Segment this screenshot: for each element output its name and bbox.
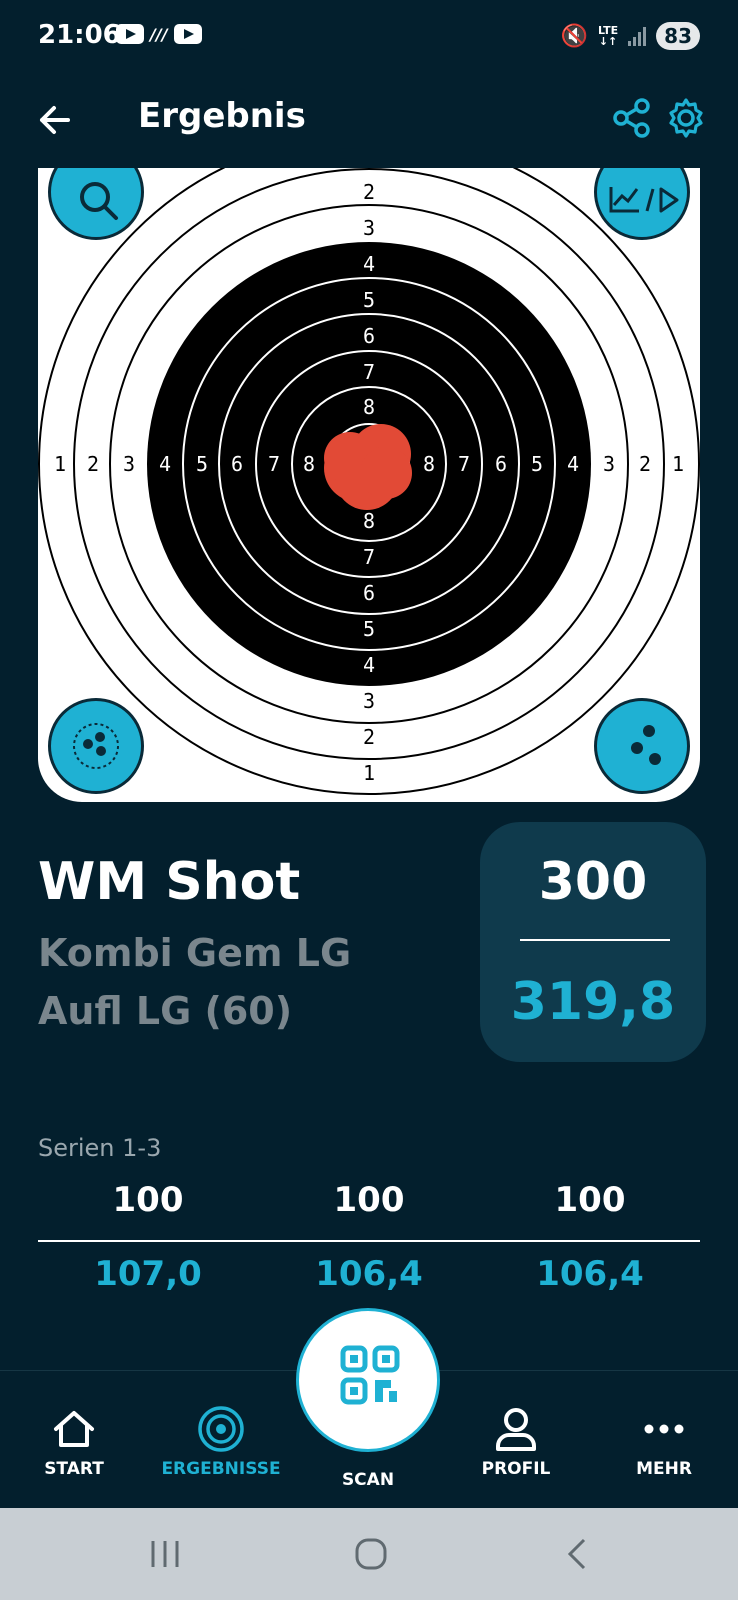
series-label: Serien 1-3: [38, 1134, 162, 1162]
nav-profile-label: PROFIL: [481, 1459, 551, 1479]
series-column: 100 107,0: [38, 1180, 258, 1294]
notification-icons: ///: [116, 24, 202, 44]
shot-group-icon: [73, 723, 119, 769]
ring-number-top: 7: [363, 360, 375, 384]
back-system-button[interactable]: [552, 1532, 602, 1576]
person-icon: [496, 1408, 536, 1451]
total-score-decimal: 319,8: [510, 972, 676, 1032]
qr-code-icon: [340, 1345, 400, 1405]
chevron-left-icon: [567, 1538, 586, 1570]
ring-number-top: 3: [363, 216, 375, 240]
ring-number-bottom: 4: [363, 653, 375, 677]
ring-number-top: 5: [363, 288, 375, 312]
share-button[interactable]: [610, 96, 654, 140]
ring-number-left: 6: [231, 452, 243, 476]
recents-icon: [151, 1541, 179, 1567]
ring-number-bottom: 7: [363, 545, 375, 569]
ring-number-bottom: 6: [363, 581, 375, 605]
nav-results[interactable]: ERGEBNISSE: [161, 1371, 281, 1509]
ring-number-bottom: 2: [363, 725, 375, 749]
nav-more-label: MEHR: [636, 1459, 692, 1479]
scan-label: SCAN: [341, 1470, 395, 1490]
ring-number-left: 7: [268, 452, 280, 476]
ring-number-top: 2: [363, 180, 375, 204]
score-divider: [520, 939, 670, 941]
total-score-box: 300 319,8: [480, 822, 706, 1062]
shots-icon: [631, 725, 661, 765]
search-icon: [80, 182, 118, 220]
ring-number-left: 8: [303, 452, 315, 476]
home-icon: [54, 1411, 94, 1447]
ring-number-left: 1: [54, 452, 66, 476]
ring-number-left: 2: [87, 452, 99, 476]
result-name: WM Shot: [38, 852, 301, 912]
wifi-calling-icon: ///: [150, 24, 168, 44]
series-decimal: 106,4: [536, 1254, 644, 1294]
ring-number-left: 3: [123, 452, 135, 476]
chart-play-icon: [609, 187, 679, 213]
system-navigation-bar: [0, 1508, 738, 1600]
status-time: 21:06: [38, 20, 121, 50]
ring-number-bottom: 5: [363, 617, 375, 641]
status-bar: 21:06 /// 🔇 LTE ↓↑ 83: [0, 0, 738, 78]
target-card: 1 2 3 4 5 6 7 8 8 7 6 5 4 3 2 1 2 3 4 5 …: [38, 168, 700, 802]
ring-number-bottom: 1: [363, 761, 375, 785]
settings-button[interactable]: [664, 96, 708, 140]
ring-number-right: 1: [672, 452, 684, 476]
ring-number-left: 5: [196, 452, 208, 476]
ring-number-left: 4: [159, 452, 171, 476]
group-view-button[interactable]: [48, 698, 144, 794]
ring-number-right: 4: [567, 452, 579, 476]
series-integer: 100: [554, 1180, 626, 1220]
share-icon: [613, 98, 650, 138]
system-icons: 🔇 LTE ↓↑ 83: [561, 22, 700, 50]
youtube-icon: [173, 24, 202, 44]
home-button[interactable]: [346, 1532, 396, 1576]
target-icon: [198, 1406, 244, 1452]
total-score-integer: 300: [538, 852, 648, 912]
gear-icon: [669, 98, 703, 138]
ring-number-right: 7: [458, 452, 470, 476]
series-table: 100 107,0 100 106,4 100 106,4: [38, 1180, 700, 1300]
series-column: 100 106,4: [259, 1180, 479, 1294]
ring-number-bottom: 3: [363, 689, 375, 713]
series-integer: 100: [112, 1180, 184, 1220]
chart-play-button[interactable]: [594, 168, 690, 240]
lte-icon: LTE ↓↑: [597, 24, 619, 48]
shots-view-button[interactable]: [594, 698, 690, 794]
ring-number-right: 3: [603, 452, 615, 476]
scan-button[interactable]: [296, 1308, 440, 1452]
series-integer: 100: [333, 1180, 405, 1220]
nav-start[interactable]: START: [14, 1371, 134, 1509]
ring-number-top: 8: [363, 395, 375, 419]
battery-indicator: 83: [656, 22, 700, 50]
nav-start-label: START: [44, 1459, 104, 1479]
nav-results-label: ERGEBNISSE: [161, 1459, 281, 1479]
zoom-button[interactable]: [48, 168, 144, 240]
app-bar: Ergebnis: [0, 78, 738, 170]
youtube-icon: [116, 24, 144, 44]
mute-icon: 🔇: [560, 23, 588, 49]
nav-more[interactable]: MEHR: [604, 1371, 724, 1509]
series-decimal: 107,0: [94, 1254, 202, 1294]
signal-icon: [628, 26, 647, 46]
ring-number-right: 8: [423, 452, 435, 476]
home-circle-icon: [355, 1538, 387, 1570]
result-discipline: Kombi Gem LG Aufl LG (60): [38, 931, 352, 1033]
series-decimal: 106,4: [315, 1254, 423, 1294]
series-column: 100 106,4: [480, 1180, 700, 1294]
ring-number-top: 6: [363, 324, 375, 348]
more-icon: [644, 1424, 684, 1434]
ring-number-top: 4: [363, 252, 375, 276]
back-button[interactable]: [34, 98, 78, 142]
page-title: Ergebnis: [138, 96, 306, 136]
arrow-left-icon: [40, 106, 70, 134]
recent-apps-button[interactable]: [140, 1532, 190, 1576]
series-divider: [38, 1240, 700, 1242]
nav-profile[interactable]: PROFIL: [456, 1371, 576, 1509]
ring-number-right: 6: [495, 452, 507, 476]
ring-number-right: 2: [639, 452, 651, 476]
ring-number-bottom: 8: [363, 509, 375, 533]
ring-number-right: 5: [531, 452, 543, 476]
